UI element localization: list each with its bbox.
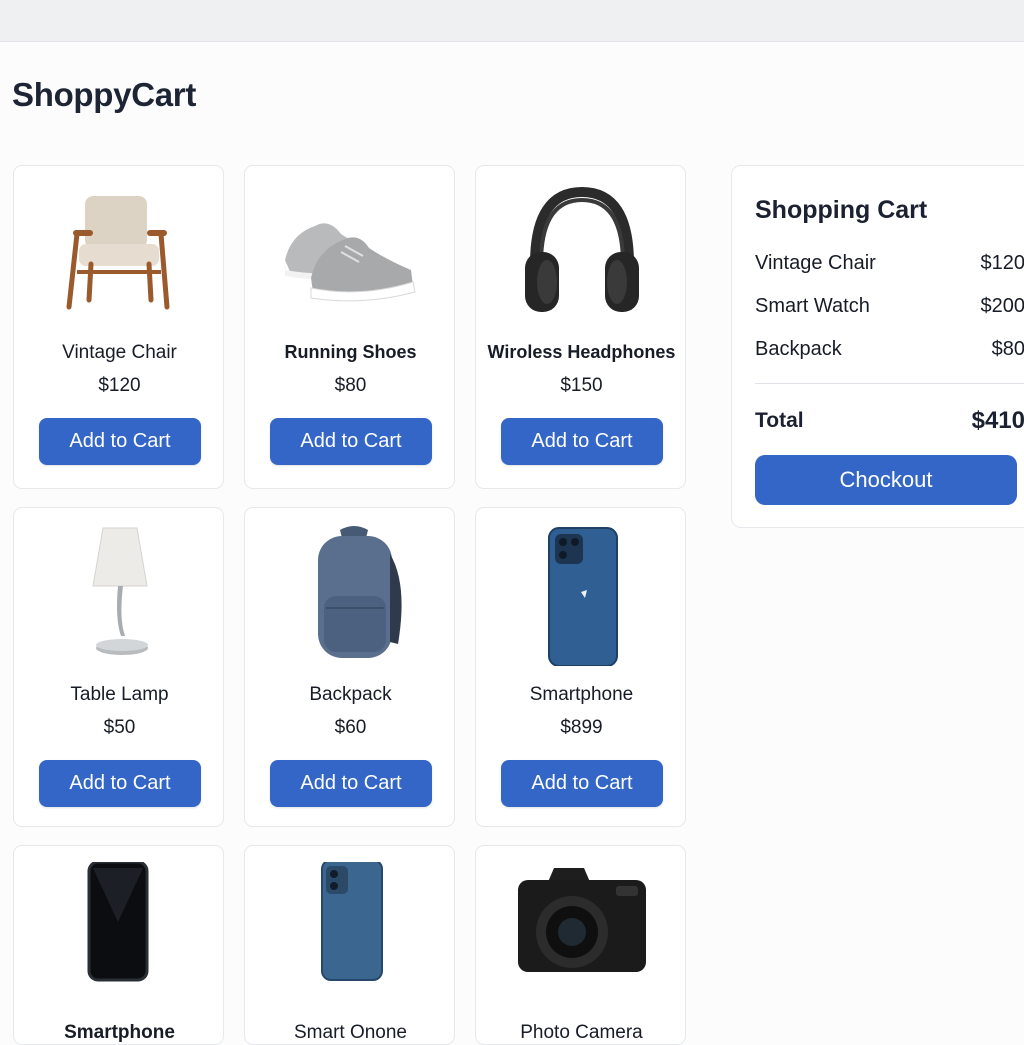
product-name: Vintage Chair — [14, 342, 224, 364]
add-to-cart-button[interactable]: Add to Cart — [39, 760, 201, 807]
product-price: $80 — [245, 375, 455, 397]
browser-top-bar — [0, 0, 1024, 42]
product-name: Wiroless Headphones — [476, 342, 686, 363]
shoes-image — [245, 182, 455, 324]
add-to-cart-button[interactable]: Add to Cart — [501, 418, 663, 465]
cart-item-price: $120 — [981, 252, 1024, 275]
camera-image — [476, 862, 686, 1004]
product-card: Smartphone — [13, 845, 224, 1045]
add-to-cart-button[interactable]: Add to Cart — [39, 418, 201, 465]
add-to-cart-button[interactable]: Add to Cart — [501, 760, 663, 807]
total-value: $410 — [972, 407, 1024, 435]
headphones-image — [476, 182, 686, 324]
product-card: Photo Camera — [475, 845, 686, 1045]
product-card: Running Shoes $80 Add to Cart — [244, 165, 455, 489]
product-price: $60 — [245, 717, 455, 739]
black-smartphone-image — [14, 862, 224, 1004]
backpack-image — [245, 524, 455, 666]
add-to-cart-button[interactable]: Add to Cart — [270, 760, 432, 807]
blue-smartphone-image — [245, 862, 455, 1004]
chair-image — [14, 182, 224, 324]
product-name: Backpack — [245, 684, 455, 706]
lamp-image — [14, 524, 224, 666]
product-name: Table Lamp — [14, 684, 224, 706]
total-label: Total — [755, 409, 804, 433]
product-name: Running Shoes — [245, 342, 455, 363]
product-card: Smart Onone — [244, 845, 455, 1045]
cart-item-price: $80 — [992, 338, 1024, 361]
cart-item-price: $200 — [981, 295, 1024, 318]
cart-item-name: Vintage Chair — [755, 252, 876, 275]
product-price: $50 — [14, 717, 224, 739]
app-title: ShoppyCart — [12, 76, 196, 114]
checkout-button[interactable]: Chockout — [755, 455, 1017, 505]
product-price: $899 — [476, 717, 686, 739]
product-card: Wiroless Headphones $150 Add to Cart — [475, 165, 686, 489]
smartphone-image — [476, 524, 686, 666]
product-card: Vintage Chair $120 Add to Cart — [13, 165, 224, 489]
cart-title: Shopping Cart — [755, 196, 927, 225]
product-name: Smartphone — [476, 684, 686, 706]
cart-divider — [755, 383, 1024, 384]
product-card: Backpack $60 Add to Cart — [244, 507, 455, 827]
product-card: Table Lamp $50 Add to Cart — [13, 507, 224, 827]
cart-item-name: Backpack — [755, 338, 842, 361]
product-name: Photo Camera — [476, 1022, 686, 1044]
product-price: $120 — [14, 375, 224, 397]
shopping-cart-panel: Shopping Cart Vintage Chair $120 Smart W… — [731, 165, 1024, 528]
add-to-cart-button[interactable]: Add to Cart — [270, 418, 432, 465]
cart-item-name: Smart Watch — [755, 295, 870, 318]
product-name: Smartphone — [14, 1022, 224, 1044]
product-price: $150 — [476, 375, 686, 397]
product-card: Smartphone $899 Add to Cart — [475, 507, 686, 827]
product-name: Smart Onone — [245, 1022, 455, 1044]
